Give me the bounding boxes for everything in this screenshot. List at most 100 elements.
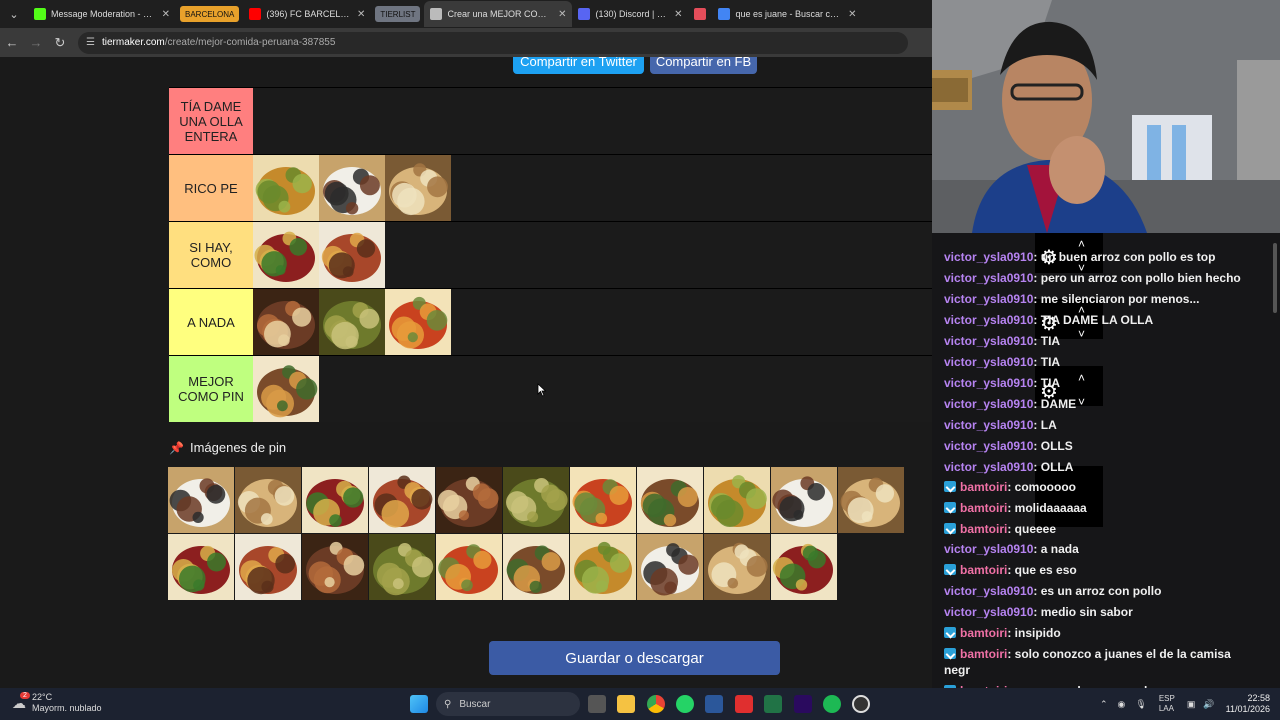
tray-app-icon[interactable]: ◉ [1118,699,1126,710]
task-view-icon[interactable] [588,695,606,713]
spotify-icon[interactable] [823,695,841,713]
chat-username[interactable]: victor_ysla0910 [944,250,1033,264]
tab-close-icon[interactable]: ✕ [357,9,365,20]
tier-label[interactable]: A NADA [169,289,253,355]
tab-close-icon[interactable]: ✕ [162,9,170,20]
chevron-up-icon[interactable]: ˄ [1078,371,1085,385]
pool-food-image[interactable] [369,534,436,601]
acrobat-icon[interactable] [735,695,753,713]
pool-food-image[interactable] [168,534,235,601]
pool-food-image[interactable] [168,467,235,534]
chat-username[interactable]: victor_ysla0910 [944,334,1033,348]
chat-username[interactable]: victor_ysla0910 [944,542,1033,556]
pool-food-image[interactable] [637,467,704,534]
premiere-icon[interactable] [794,695,812,713]
pool-food-image[interactable] [235,467,302,534]
pool-food-image[interactable] [771,467,838,534]
obs-icon[interactable] [852,695,870,713]
pool-food-image[interactable] [302,467,369,534]
clock[interactable]: 22:58 11/01/2026 [1226,693,1270,715]
pool-food-image[interactable] [570,467,637,534]
word-icon[interactable] [705,695,723,713]
food-image-juane[interactable] [385,289,451,355]
tier-label[interactable]: SI HAY, COMO [169,222,253,288]
tab[interactable]: ✕ [688,1,712,27]
pool-food-image[interactable] [235,534,302,601]
pool-food-image[interactable] [771,534,838,601]
taskbar-search[interactable]: ⚲ Buscar [436,692,580,716]
tray-chevron-icon[interactable]: ⌃ [1100,699,1108,710]
site-info-icon[interactable]: ☰ [86,37,95,48]
tab-close-icon[interactable]: ✕ [674,9,682,20]
chat-username[interactable]: bamtoiri [960,501,1007,515]
pool-food-image[interactable] [838,467,905,534]
tab[interactable]: (130) Discord | @doblekis. ✕ [572,1,688,27]
tab[interactable]: que es juane - Buscar con Goo ✕ [712,1,862,27]
tab-group-chip[interactable]: BARCELONA [180,6,240,22]
weather-widget[interactable]: ☁ 2 22°C Mayorm. nublado [12,691,102,714]
chat-username[interactable]: victor_ysla0910 [944,418,1033,432]
mic-icon[interactable]: 🎙 [1135,699,1146,710]
food-image-rice-meat[interactable] [385,155,451,221]
excel-icon[interactable] [764,695,782,713]
tier-label[interactable]: TÍA DAME UNA OLLA ENTERA [169,88,253,154]
chat-username[interactable]: bamtoiri [960,563,1007,577]
tier-label[interactable]: MEJOR COMO PIN [169,356,253,422]
pool-food-image[interactable] [704,534,771,601]
chat-username[interactable]: victor_ysla0910 [944,355,1033,369]
pool-food-image[interactable] [570,534,637,601]
chat-username[interactable]: victor_ysla0910 [944,313,1033,327]
pool-food-image[interactable] [503,534,570,601]
chat-username[interactable]: victor_ysla0910 [944,460,1033,474]
pool-food-image[interactable] [369,467,436,534]
chat-username[interactable]: victor_ysla0910 [944,605,1033,619]
pool-food-image[interactable] [302,534,369,601]
food-image-anticucho[interactable] [319,289,385,355]
pool-food-image[interactable] [503,467,570,534]
language-indicator[interactable]: ESP LAA [1159,694,1175,714]
share-twitter-button[interactable]: Compartir en Twitter [513,57,644,74]
food-image-causa-beef[interactable] [319,222,385,288]
pool-food-image[interactable] [436,467,503,534]
chevron-down-icon[interactable]: ˅ [1078,327,1085,341]
tab[interactable]: (396) FC BARCELONA 3-2 REAL ✕ [243,1,371,27]
chat-username[interactable]: victor_ysla0910 [944,271,1033,285]
back-icon[interactable]: ← [0,35,24,50]
windows-start-icon[interactable] [410,695,428,713]
food-image-burger[interactable] [253,155,319,221]
volume-icon[interactable]: 🔊 [1203,699,1214,710]
pool-food-image[interactable] [637,534,704,601]
pool-food-image[interactable] [704,467,771,534]
food-image-empanada[interactable] [253,222,319,288]
tab[interactable]: Message Moderation - Kick Da ✕ [28,1,176,27]
tab-active[interactable]: Crear una MEJOR COMIDA PER ✕ [424,1,573,27]
chat-username[interactable]: bamtoiri [960,522,1007,536]
chat-username[interactable]: victor_ysla0910 [944,292,1033,306]
chat-username[interactable]: victor_ysla0910 [944,439,1033,453]
tier-label[interactable]: RICO PE [169,155,253,221]
food-image-lomo-saltado[interactable] [253,289,319,355]
food-image-green-rice[interactable] [319,155,385,221]
tab-search-menu[interactable]: ⌄ [0,0,28,28]
save-download-button[interactable]: Guardar o descargar [489,641,780,675]
reload-icon[interactable]: ↻ [48,35,72,51]
forward-icon[interactable]: → [24,35,48,50]
whatsapp-icon[interactable] [676,695,694,713]
chat-username[interactable]: victor_ysla0910 [944,397,1033,411]
chevron-down-icon[interactable]: ˅ [1078,395,1085,409]
file-explorer-icon[interactable] [617,695,635,713]
chat-username[interactable]: bamtoiri [960,480,1007,494]
chat-username[interactable]: bamtoiri [960,626,1007,640]
tab-close-icon[interactable]: ✕ [558,9,566,20]
share-fb-button[interactable]: Compartir en FB [650,57,757,74]
url-input[interactable]: ☰ tiermaker.com/create/mejor-comida-peru… [78,31,908,54]
chat-username[interactable]: victor_ysla0910 [944,584,1033,598]
chrome-icon[interactable] [647,695,665,713]
pool-food-image[interactable] [436,534,503,601]
tab-group-chip[interactable]: TIERLIST [375,6,421,22]
chat-scrollbar[interactable] [1273,243,1277,313]
network-icon[interactable]: ▣ [1187,699,1196,710]
tab-close-icon[interactable]: ✕ [848,9,856,20]
chat-username[interactable]: bamtoiri [960,647,1007,661]
chevron-up-icon[interactable]: ˄ [1078,237,1085,251]
